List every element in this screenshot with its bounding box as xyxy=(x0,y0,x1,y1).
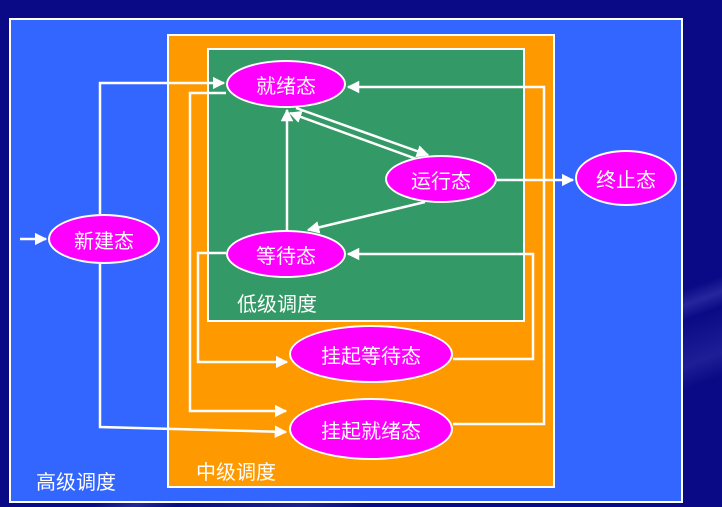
state-ready: 就绪态 xyxy=(226,60,346,108)
arrow-new-to-ready xyxy=(98,76,226,214)
mid-level-scheduling-label: 中级调度 xyxy=(196,460,276,484)
low-level-scheduling-label: 低级调度 xyxy=(237,292,317,316)
arrow-running-to-ready xyxy=(288,110,423,163)
state-new: 新建态 xyxy=(48,214,160,264)
arrow-ready-to-running xyxy=(295,106,430,158)
state-suspended-waiting: 挂起等待态 xyxy=(289,325,453,383)
state-waiting: 等待态 xyxy=(226,230,346,278)
arrow-running-to-waiting xyxy=(306,200,426,234)
state-suspended-ready: 挂起就绪态 xyxy=(289,398,453,460)
state-terminated: 终止态 xyxy=(575,150,677,206)
high-level-scheduling-label: 高级调度 xyxy=(36,470,116,494)
state-running: 运行态 xyxy=(385,155,497,203)
